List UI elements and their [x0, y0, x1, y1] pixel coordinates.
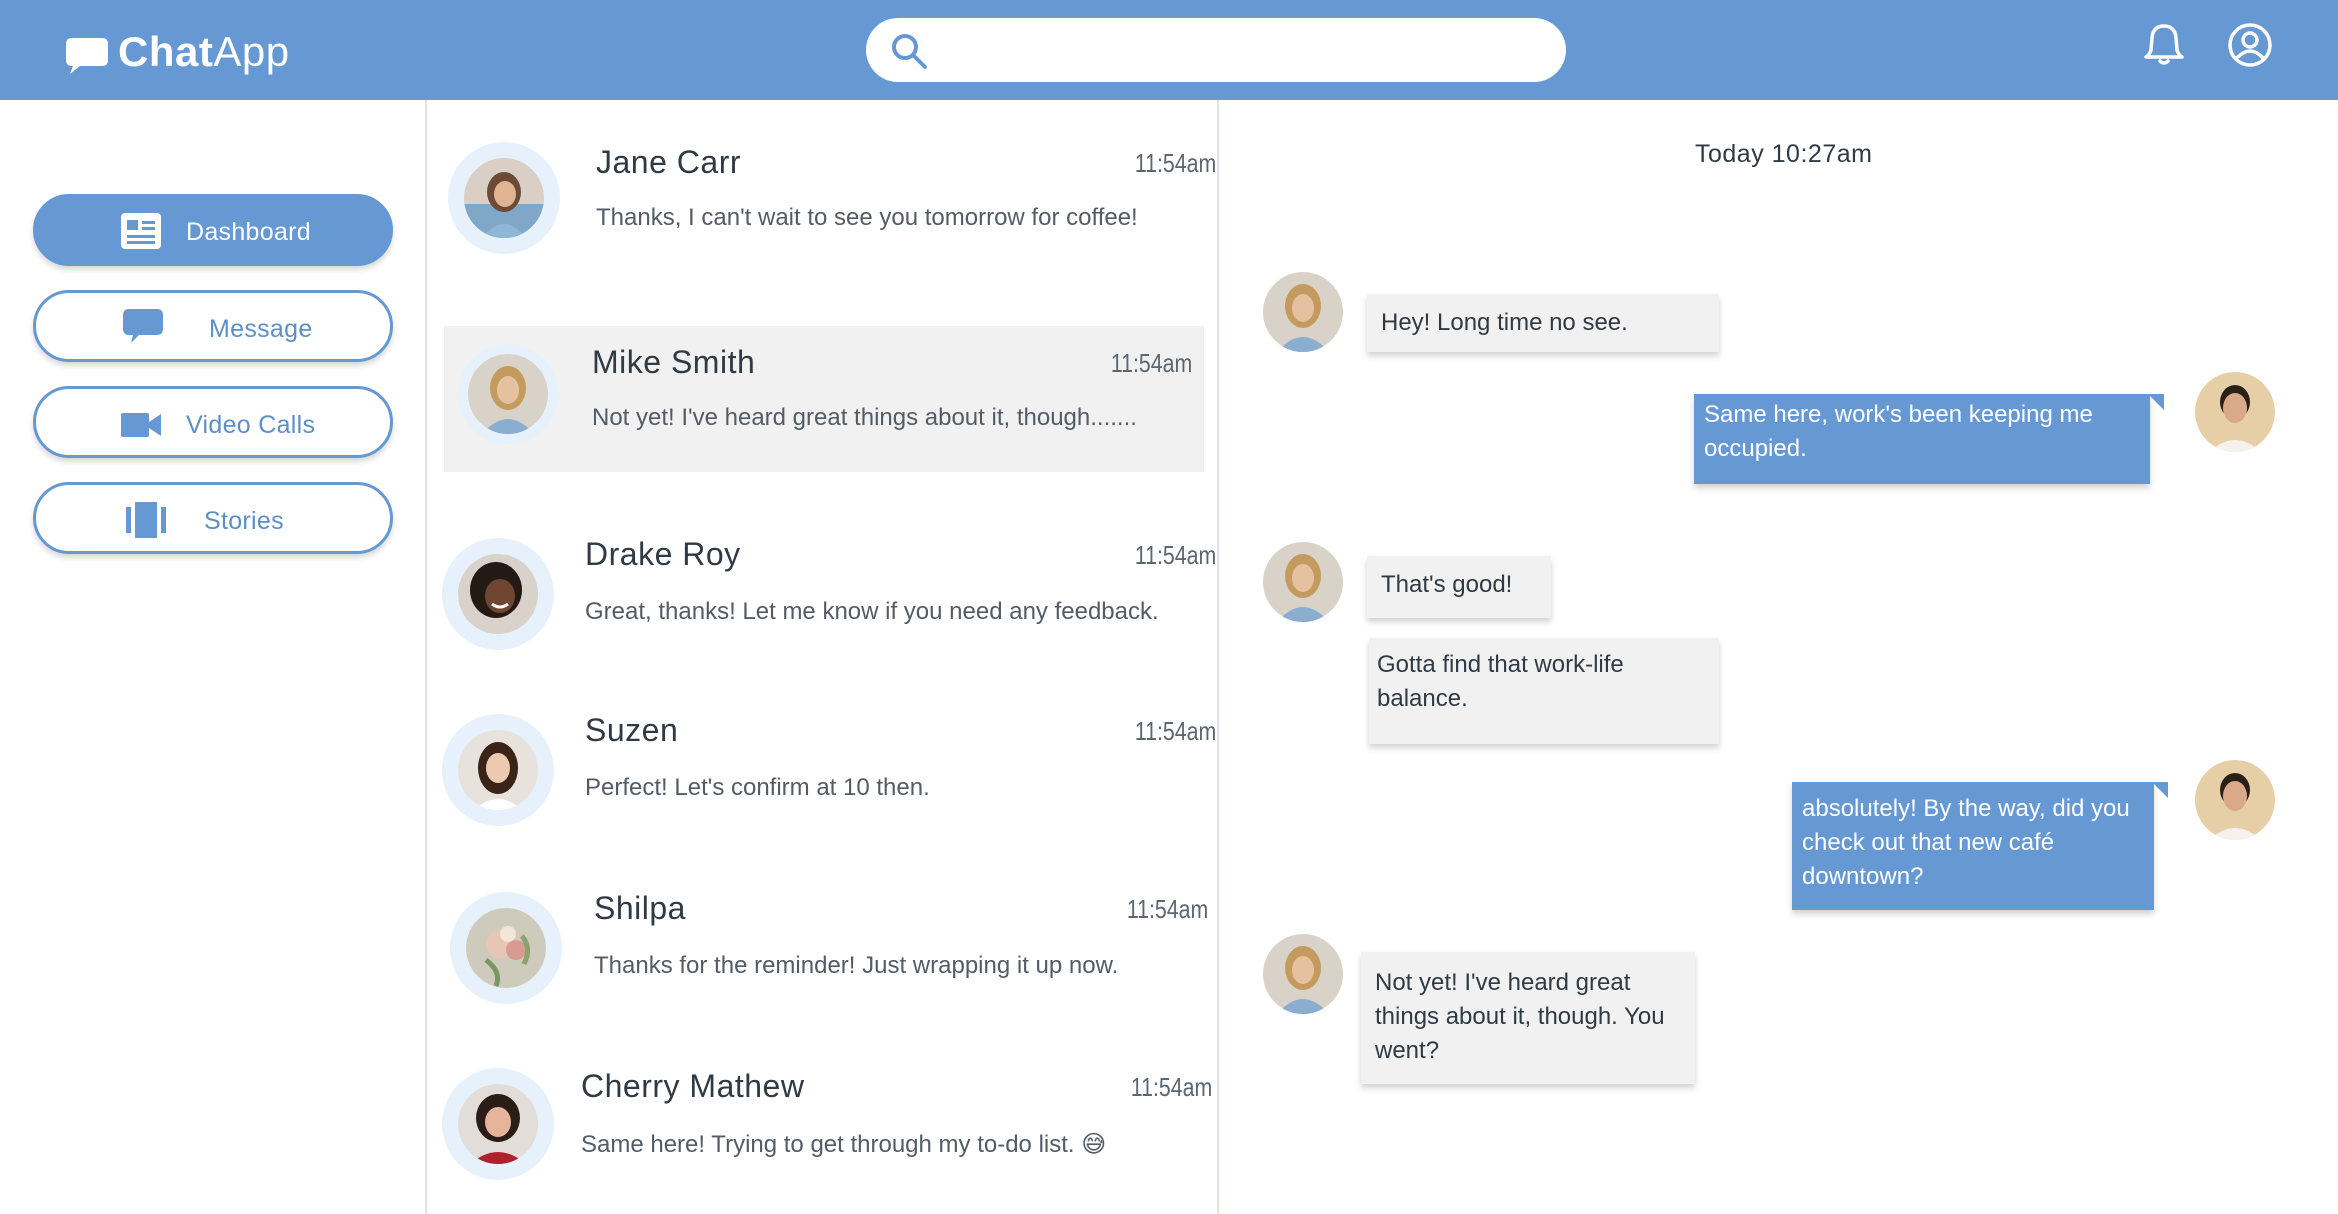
bell-icon[interactable] — [2139, 20, 2189, 70]
avatar — [458, 554, 538, 634]
sidebar-item-video-calls[interactable]: Video Calls — [33, 386, 393, 458]
search-icon[interactable] — [890, 32, 928, 70]
avatar — [468, 354, 548, 434]
message-bubble-incoming: Hey! Long time no see. — [1367, 294, 1719, 352]
contact-name: Suzen — [585, 712, 679, 748]
bubble-tail — [2152, 782, 2168, 798]
conversation-item-cherry-mathew[interactable]: Cherry Mathew 11:54am Same here! Trying … — [442, 1050, 1212, 1196]
avatar — [1263, 272, 1343, 352]
avatar-ring — [450, 892, 562, 1004]
message-preview: Same here! Trying to get through my to-d… — [581, 1131, 1107, 1158]
app-logo[interactable]: ChatApp — [64, 24, 290, 80]
message-bubble-outgoing: Same here, work's been keeping me occupi… — [1694, 394, 2150, 484]
account-icon[interactable] — [2225, 20, 2275, 70]
message-bubble-outgoing: absolutely! By the way, did you check ou… — [1792, 782, 2154, 910]
conversation-item-mike-smith[interactable]: Mike Smith 11:54am Not yet! I've heard g… — [444, 326, 1204, 472]
chat-date-label: Today 10:27am — [1695, 140, 1873, 168]
message-time: 11:54am — [1110, 348, 1192, 378]
conversation-item-shilpa[interactable]: Shilpa 11:54am Thanks for the reminder! … — [444, 872, 1208, 1018]
contact-name: Drake Roy — [585, 536, 741, 572]
contact-name: Jane Carr — [596, 144, 741, 180]
app-name: ChatApp — [118, 28, 290, 76]
sidebar: Dashboard Message Video Calls Stories — [0, 100, 427, 1214]
message-time: 11:54am — [1126, 894, 1208, 924]
app-name-rest: App — [213, 28, 290, 75]
sidebar-item-label: Dashboard — [186, 218, 312, 246]
avatar-ring — [442, 538, 554, 650]
contact-name: Shilpa — [594, 890, 686, 926]
bubble-tail — [2148, 394, 2164, 410]
chat-bubble-logo-icon — [66, 38, 108, 74]
app-name-bold: Chat — [118, 28, 214, 75]
avatar-ring — [442, 1068, 554, 1180]
avatar — [1263, 934, 1343, 1014]
message-preview: Thanks, I can't wait to see you tomorrow… — [596, 204, 1138, 231]
chat-panel: Today 10:27am Hey! Long time no see. Sam… — [1219, 100, 2338, 1214]
contact-name: Mike Smith — [592, 344, 756, 380]
avatar-ring — [458, 344, 558, 444]
avatar — [466, 908, 546, 988]
avatar-ring — [448, 142, 560, 254]
avatar — [2195, 760, 2275, 840]
message-preview: Perfect! Let's confirm at 10 then. — [585, 774, 930, 801]
conversation-item-suzen[interactable]: Suzen 11:54am Perfect! Let's confirm at … — [442, 694, 1216, 840]
avatar — [464, 158, 544, 238]
message-bubble-incoming: That's good! — [1367, 556, 1551, 618]
dashboard-icon — [121, 213, 161, 249]
message-time: 11:54am — [1134, 540, 1216, 570]
message-time: 11:54am — [1134, 148, 1216, 178]
conversation-item-jane-carr[interactable]: Jane Carr 11:54am Thanks, I can't wait t… — [444, 134, 1216, 280]
sidebar-item-label: Message — [209, 315, 313, 343]
sidebar-item-message[interactable]: Message — [33, 290, 393, 362]
avatar-ring — [442, 714, 554, 826]
avatar — [458, 730, 538, 810]
message-preview: Great, thanks! Let me know if you need a… — [585, 598, 1159, 625]
search-input[interactable] — [946, 28, 1540, 74]
message-time: 11:54am — [1134, 716, 1216, 746]
message-preview: Not yet! I've heard great things about i… — [592, 404, 1137, 431]
video-camera-icon — [121, 413, 161, 437]
sidebar-item-label: Video Calls — [186, 411, 316, 439]
stories-icon — [126, 502, 166, 538]
sidebar-item-stories[interactable]: Stories — [33, 482, 393, 554]
message-bubble-incoming: Gotta find that work-life balance. — [1369, 638, 1719, 744]
contact-name: Cherry Mathew — [581, 1068, 805, 1104]
avatar — [2195, 372, 2275, 452]
sidebar-item-label: Stories — [204, 507, 284, 535]
top-bar: ChatApp — [0, 0, 2338, 100]
conversation-list: Jane Carr 11:54am Thanks, I can't wait t… — [427, 100, 1219, 1214]
sidebar-item-dashboard[interactable]: Dashboard — [33, 194, 393, 266]
avatar — [1263, 542, 1343, 622]
avatar — [458, 1084, 538, 1164]
search-bar[interactable] — [866, 18, 1566, 82]
conversation-item-drake-roy[interactable]: Drake Roy 11:54am Great, thanks! Let me … — [442, 518, 1216, 664]
message-bubble-incoming: Not yet! I've heard great things about i… — [1361, 952, 1695, 1084]
message-time: 11:54am — [1130, 1072, 1212, 1102]
message-icon — [123, 309, 163, 343]
message-preview: Thanks for the reminder! Just wrapping i… — [594, 952, 1119, 979]
